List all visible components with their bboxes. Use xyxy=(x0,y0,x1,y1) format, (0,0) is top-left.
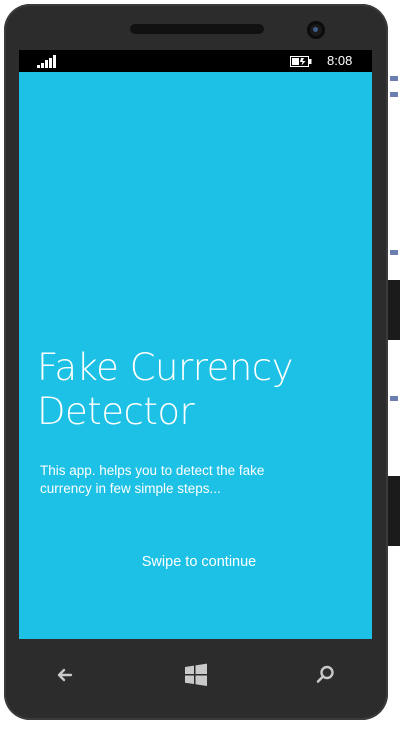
app-description-line2: currency in few simple steps... xyxy=(40,481,221,496)
app-description-line1: This app. helps you to detect the fake xyxy=(40,463,265,478)
status-bar: 8:08 xyxy=(19,50,372,72)
background-strip xyxy=(388,0,400,734)
speaker-grille xyxy=(130,24,264,34)
background-panel xyxy=(388,476,400,546)
hardware-nav-bar xyxy=(19,646,372,706)
background-mark xyxy=(390,92,398,97)
swipe-hint[interactable]: Swipe to continue xyxy=(19,554,372,570)
windows-start-icon[interactable] xyxy=(181,660,211,690)
app-description: This app. helps you to detect the fake c… xyxy=(40,462,340,498)
status-time: 8:08 xyxy=(327,53,353,68)
battery-charging-icon xyxy=(290,56,312,67)
background-panel xyxy=(388,280,400,340)
app-title-line1: Fake Currency xyxy=(37,346,294,389)
app-title-line2: Detector xyxy=(37,390,195,433)
search-icon[interactable] xyxy=(310,660,340,690)
back-arrow-icon[interactable] xyxy=(50,660,80,690)
background-mark xyxy=(390,76,398,81)
signal-bars-icon xyxy=(37,55,59,68)
front-camera xyxy=(307,21,325,39)
app-title: Fake Currency Detector xyxy=(37,346,367,434)
background-mark xyxy=(390,250,398,255)
background-mark xyxy=(390,396,398,401)
app-screen[interactable]: 8:08 Fake Currency Detector This app. he… xyxy=(19,50,372,639)
